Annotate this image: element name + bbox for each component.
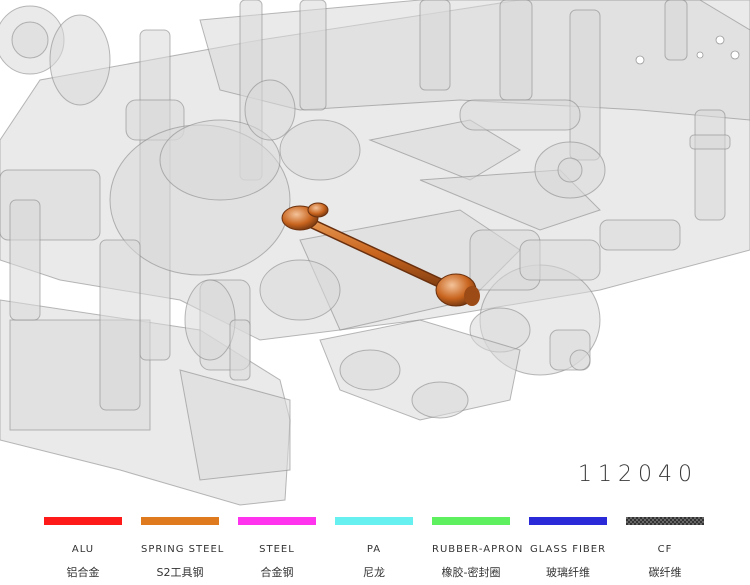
legend-swatch-spring-steel: [141, 517, 219, 525]
chassis-xray-render: [0, 0, 750, 506]
legend-swatch-pa: [335, 517, 413, 525]
legend-label-cn: 玻璃纤维: [546, 566, 590, 579]
legend-swatch-cf: [626, 517, 704, 525]
legend-item-steel: STEEL 合金钢: [238, 517, 316, 580]
part-number: 112040: [578, 462, 698, 487]
legend-label-en: SPRING STEEL: [141, 544, 225, 555]
legend-label-cn: 橡胶-密封圈: [441, 566, 501, 579]
legend-swatch-rubber-apron: [432, 517, 510, 525]
legend-label-cn: 铝合金: [66, 566, 100, 579]
legend-swatch-steel: [238, 517, 316, 525]
legend-label-cn: 尼龙: [363, 566, 385, 579]
legend-label-en: GLASS FIBER: [529, 544, 607, 555]
legend-label-en: CF: [657, 544, 673, 555]
legend-swatch-glass-fiber: [529, 517, 607, 525]
legend-item-spring-steel: SPRING STEEL S2工具钢: [141, 517, 225, 580]
legend-label-en: ALU: [71, 544, 95, 555]
legend-label-en: STEEL: [259, 544, 295, 555]
legend-label-cn: S2工具钢: [156, 566, 204, 579]
legend-item-alu: ALU 铝合金: [44, 517, 122, 580]
legend-item-rubber-apron: RUBBER-APRON 橡胶-密封圈: [432, 517, 524, 580]
legend-label-en: RUBBER-APRON: [432, 544, 524, 555]
legend-swatch-alu: [44, 517, 122, 525]
legend-item-pa: PA 尼龙: [335, 517, 413, 580]
legend-label-en: PA: [366, 544, 382, 555]
legend-label-cn: 合金钢: [260, 566, 294, 579]
legend-label-cn: 碳纤维: [648, 566, 682, 579]
legend-item-cf: CF 碳纤维: [626, 517, 704, 580]
legend-item-glass-fiber: GLASS FIBER 玻璃纤维: [529, 517, 607, 580]
